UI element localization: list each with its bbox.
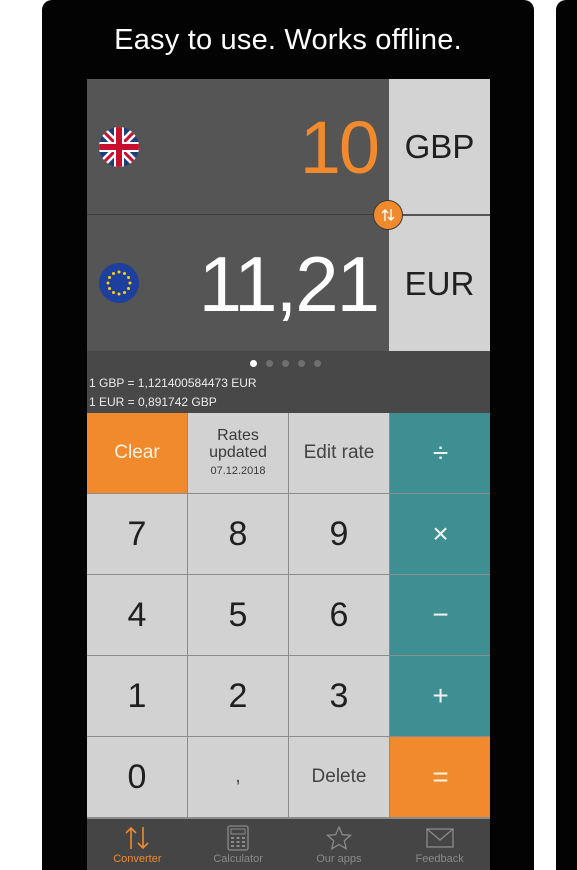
tab-label: Calculator: [213, 853, 263, 865]
decimal-button[interactable]: ,: [188, 737, 288, 817]
page-dot[interactable]: [298, 360, 305, 367]
rate-line-gbp-eur: 1 GBP = 1,121400584473 EUR: [89, 376, 257, 390]
eu-flag-icon: [99, 263, 139, 303]
page-dot[interactable]: [314, 360, 321, 367]
app-screen: 10 GBP 11,21 EUR 1 GBP = 1,121400584473 …: [87, 79, 490, 870]
rate-line-eur-gbp: 1 EUR = 0,891742 GBP: [89, 395, 217, 409]
rates-updated-date: 07.12.2018: [210, 464, 266, 477]
tab-converter[interactable]: Converter: [87, 819, 188, 870]
digit-3-button[interactable]: 3: [289, 656, 389, 736]
minus-button[interactable]: −: [390, 575, 490, 655]
tab-label: Our apps: [316, 853, 362, 865]
digit-6-button[interactable]: 6: [289, 575, 389, 655]
digit-4-button[interactable]: 4: [87, 575, 187, 655]
calculator-icon: [227, 825, 249, 851]
headline: Easy to use. Works offline.: [114, 24, 462, 56]
rate-info-panel: 1 GBP = 1,121400584473 EUR 1 EUR = 0,891…: [87, 351, 490, 413]
uk-flag-icon: [99, 127, 139, 167]
divide-button[interactable]: ÷: [390, 413, 490, 493]
page-indicator[interactable]: [250, 360, 321, 367]
next-phone-frame: [556, 0, 577, 870]
target-currency-row[interactable]: 11,21 EUR: [87, 215, 490, 351]
rates-updated-label: Rates updated: [209, 426, 267, 461]
target-currency-button[interactable]: EUR: [389, 216, 490, 351]
plus-button[interactable]: +: [390, 656, 490, 736]
page-dot[interactable]: [266, 360, 273, 367]
tab-label: Converter: [113, 853, 162, 865]
star-icon: [325, 825, 352, 851]
digit-8-button[interactable]: 8: [188, 494, 288, 574]
tab-label: Feedback: [415, 853, 464, 865]
envelope-icon: [425, 828, 454, 848]
tab-bar: Converter Calculator Our apps Feedback: [87, 819, 490, 870]
digit-9-button[interactable]: 9: [289, 494, 389, 574]
page-dot-active[interactable]: [250, 360, 257, 367]
page-dot[interactable]: [282, 360, 289, 367]
equals-button[interactable]: =: [390, 737, 490, 817]
swap-arrows-icon: [381, 209, 395, 221]
tab-our-apps[interactable]: Our apps: [289, 819, 390, 870]
target-amount[interactable]: 11,21: [199, 229, 380, 339]
edit-rate-button[interactable]: Edit rate: [289, 413, 389, 493]
digit-5-button[interactable]: 5: [188, 575, 288, 655]
rates-updated-button[interactable]: Rates updated 07.12.2018: [188, 413, 288, 493]
delete-button[interactable]: Delete: [289, 737, 389, 817]
tab-calculator[interactable]: Calculator: [188, 819, 289, 870]
multiply-button[interactable]: ×: [390, 494, 490, 574]
digit-0-button[interactable]: 0: [87, 737, 187, 817]
digit-7-button[interactable]: 7: [87, 494, 187, 574]
tab-feedback[interactable]: Feedback: [389, 819, 490, 870]
keypad: Clear Rates updated 07.12.2018 Edit rate…: [87, 413, 490, 819]
swap-button[interactable]: [373, 200, 403, 230]
clear-button[interactable]: Clear: [87, 413, 187, 493]
digit-2-button[interactable]: 2: [188, 656, 288, 736]
source-currency-button[interactable]: GBP: [389, 79, 490, 214]
source-currency-row[interactable]: 10 GBP: [87, 79, 490, 215]
source-amount[interactable]: 10: [300, 93, 380, 203]
digit-1-button[interactable]: 1: [87, 656, 187, 736]
swap-arrows-icon: [125, 826, 149, 850]
